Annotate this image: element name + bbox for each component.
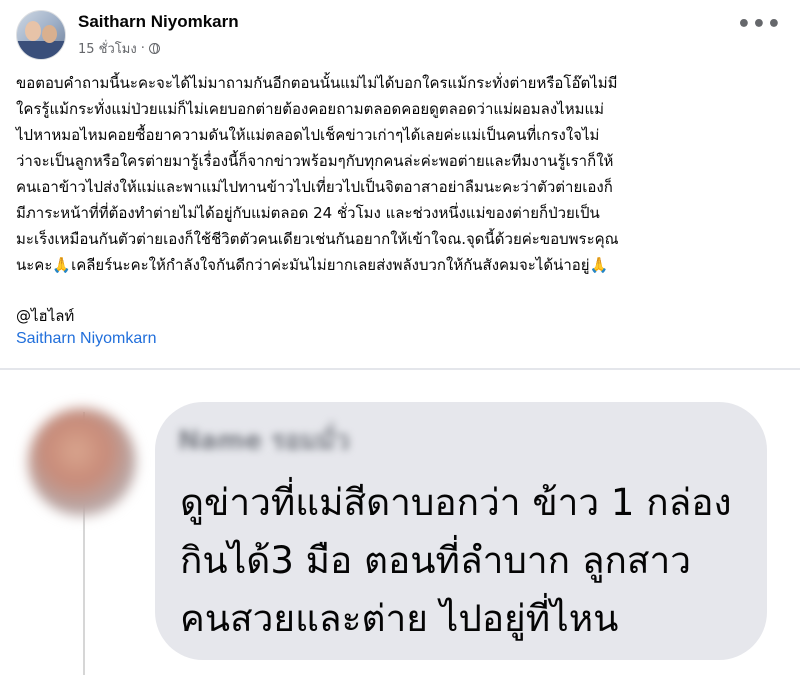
more-options-icon[interactable]: ••• xyxy=(737,14,782,36)
post-timestamp[interactable]: 15 ชั่วโมง xyxy=(78,38,137,59)
avatar-face-left xyxy=(25,21,41,41)
post-meta: 15 ชั่วโมง · xyxy=(78,38,160,59)
highlight-tag[interactable]: @ไฮไลท์ xyxy=(16,304,74,328)
avatar-figure xyxy=(17,41,65,59)
author-name-link[interactable]: Saitharn Niyomkarn xyxy=(16,330,157,348)
commenter-name-blurred: Name รอมมั่ว xyxy=(178,426,350,456)
commenter-avatar-blurred xyxy=(28,408,136,516)
comment-screenshot: Name รอมมั่ว ดูข่าวที่แม่สีดาบอกว่า ข้าว… xyxy=(0,372,800,675)
post-author-name[interactable]: Saitharn Niyomkarn xyxy=(78,12,239,32)
avatar-face-right xyxy=(42,25,57,43)
author-avatar[interactable] xyxy=(16,10,66,60)
facebook-post: Saitharn Niyomkarn 15 ชั่วโมง · ••• ขอตอ… xyxy=(0,0,800,365)
divider xyxy=(0,368,800,370)
globe-icon xyxy=(148,43,160,54)
comment-text: ดูข่าวที่แม่สีดาบอกว่า ข้าว 1 กล่อง กินไ… xyxy=(180,481,732,640)
post-body-text: ขอตอบคำถามนี้นะคะจะได้ไม่มาถามกันอีกตอนน… xyxy=(16,74,619,274)
meta-separator: · xyxy=(140,41,145,56)
